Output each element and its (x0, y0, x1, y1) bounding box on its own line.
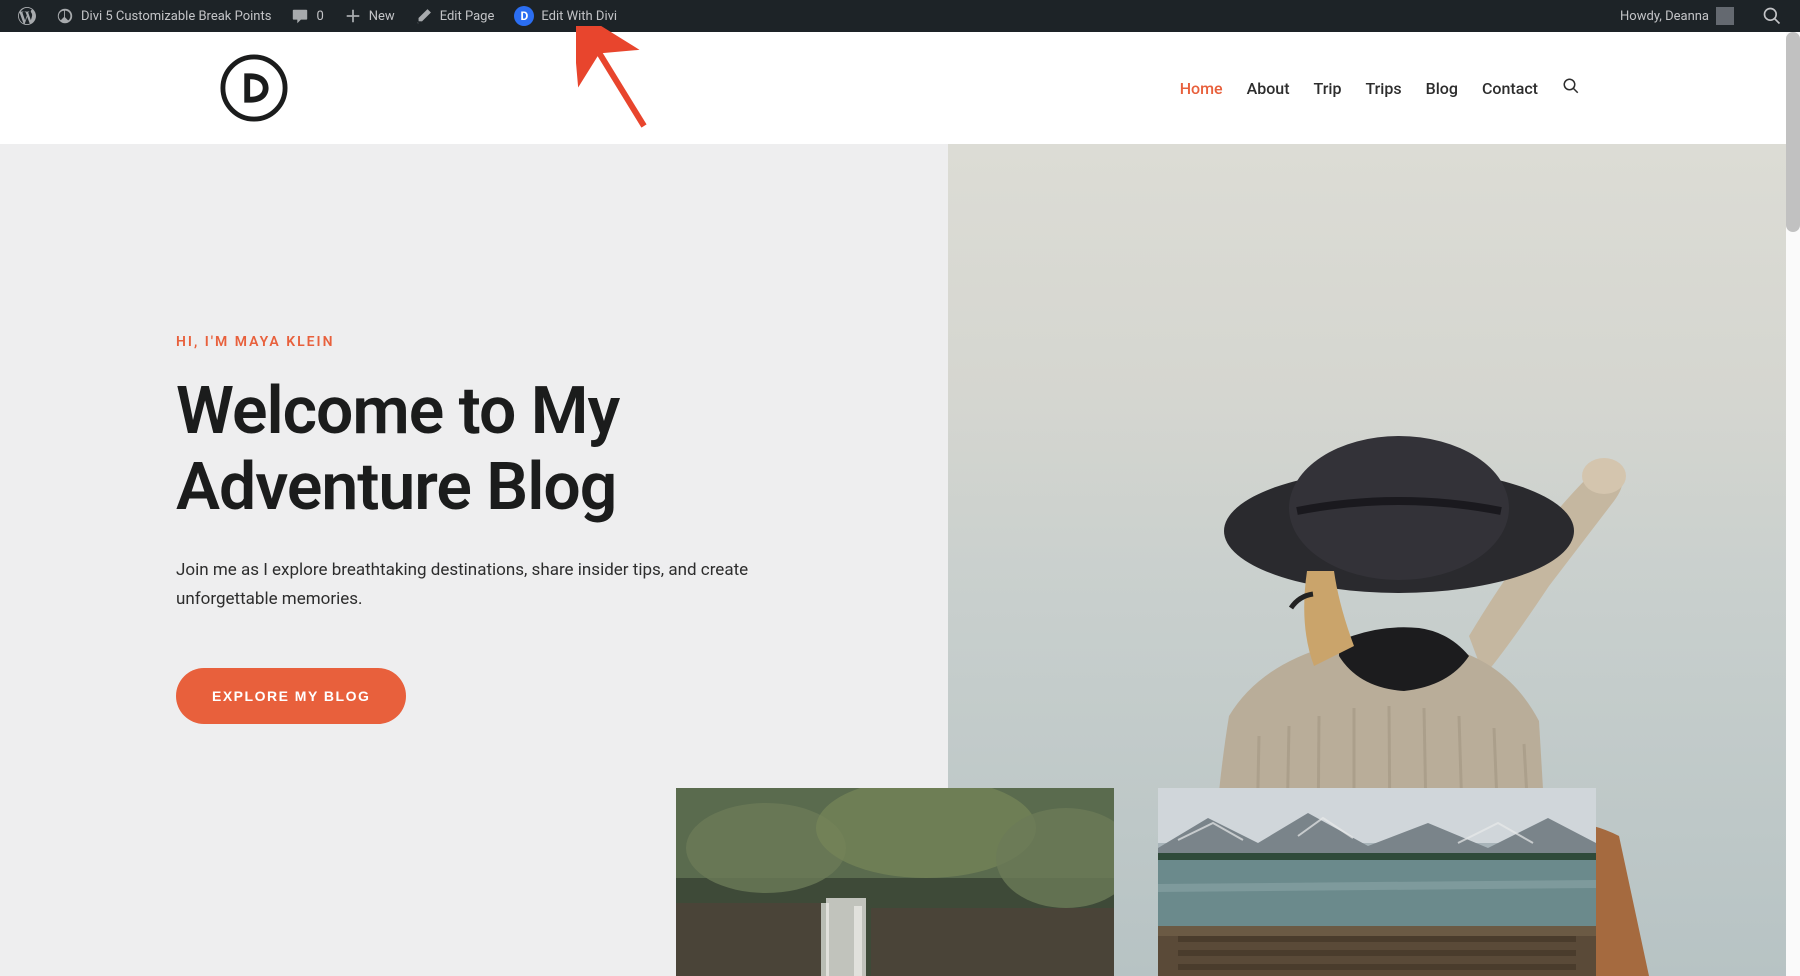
inset-image-lake (1158, 788, 1596, 976)
inset-image-row (676, 788, 1596, 976)
new-label: New (369, 9, 395, 24)
wordpress-icon (18, 7, 36, 25)
site-name-menu[interactable]: Divi 5 Customizable Break Points (46, 0, 281, 32)
nav-contact[interactable]: Contact (1482, 79, 1538, 98)
nav-search-button[interactable] (1562, 77, 1580, 99)
inset-image-waterfall (676, 788, 1114, 976)
search-icon (1762, 6, 1782, 26)
page-scrollbar[interactable] (1786, 32, 1800, 976)
comment-icon (291, 7, 309, 25)
edit-page-label: Edit Page (440, 9, 495, 24)
comments-count: 0 (316, 9, 323, 24)
hero-eyebrow: HI, I'M MAYA KLEIN (176, 334, 868, 350)
explore-blog-button[interactable]: EXPLORE MY BLOG (176, 668, 406, 724)
nav-home[interactable]: Home (1180, 79, 1223, 98)
admin-search-button[interactable] (1752, 0, 1792, 32)
pencil-icon (415, 7, 433, 25)
nav-trips[interactable]: Trips (1365, 79, 1401, 98)
divi-logo-icon (220, 54, 288, 122)
nav-trip[interactable]: Trip (1314, 79, 1342, 98)
edit-page-menu[interactable]: Edit Page (405, 0, 505, 32)
new-content-menu[interactable]: New (334, 0, 405, 32)
site-header: Home About Trip Trips Blog Contact (0, 32, 1800, 144)
nav-about[interactable]: About (1247, 79, 1290, 98)
scrollbar-thumb[interactable] (1786, 32, 1800, 232)
divi-icon: D (514, 6, 534, 26)
user-greeting: Howdy, Deanna (1620, 9, 1709, 24)
hero-title: Welcome to My Adventure Blog (176, 374, 868, 526)
nav-blog[interactable]: Blog (1426, 79, 1458, 98)
avatar-icon (1716, 7, 1734, 25)
edit-with-divi-menu[interactable]: D Edit With Divi (504, 0, 627, 32)
plus-icon (344, 7, 362, 25)
wp-admin-bar: Divi 5 Customizable Break Points 0 New E… (0, 0, 1800, 32)
search-icon (1562, 77, 1580, 95)
comments-menu[interactable]: 0 (281, 0, 333, 32)
wp-logo-menu[interactable] (8, 0, 46, 32)
user-menu[interactable]: Howdy, Deanna (1610, 0, 1744, 32)
edit-with-divi-label: Edit With Divi (541, 9, 617, 24)
main-navigation: Home About Trip Trips Blog Contact (1180, 77, 1580, 99)
site-logo[interactable] (220, 54, 288, 122)
dashboard-icon (56, 7, 74, 25)
hero-section: HI, I'M MAYA KLEIN Welcome to My Adventu… (0, 144, 1800, 976)
hero-description: Join me as I explore breathtaking destin… (176, 556, 786, 614)
site-name-label: Divi 5 Customizable Break Points (81, 9, 271, 24)
